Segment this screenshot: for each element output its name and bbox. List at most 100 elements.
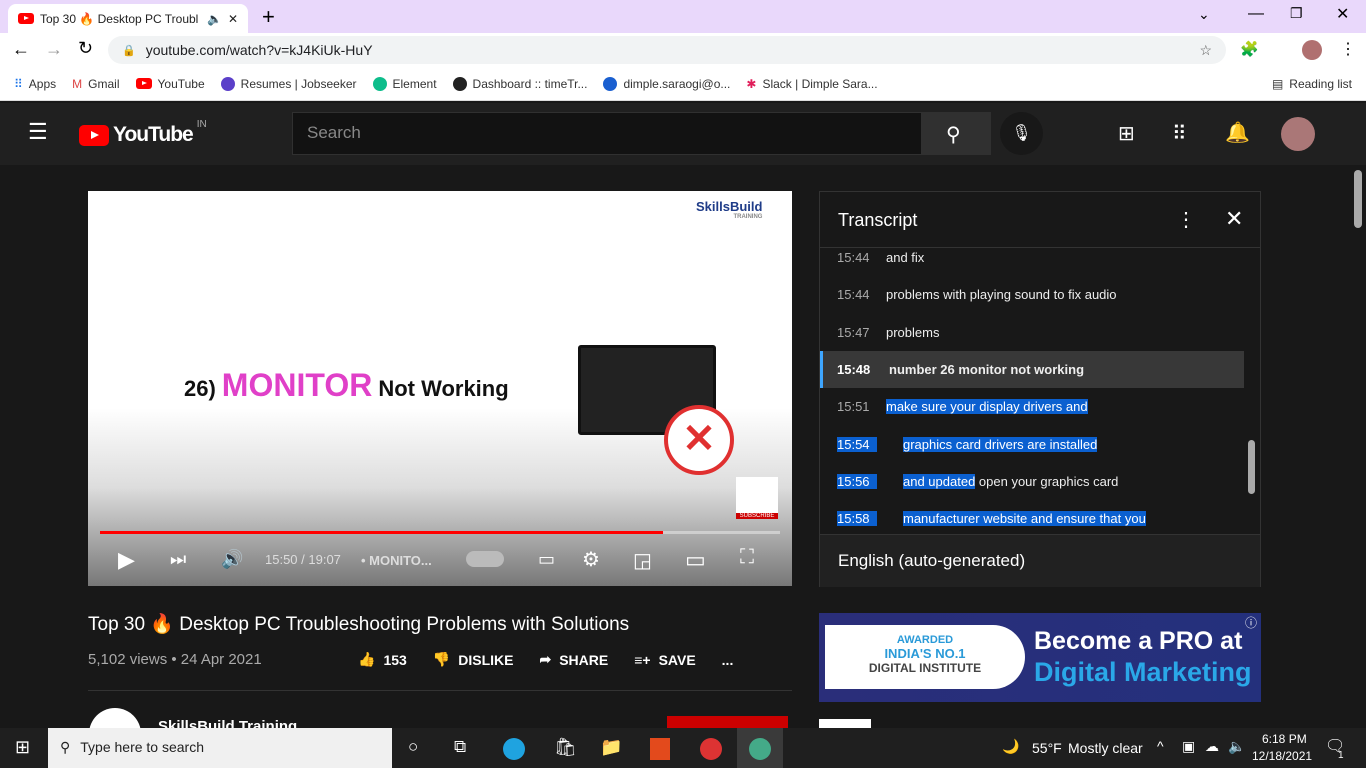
share-button[interactable]: ➦ SHARE bbox=[539, 651, 608, 668]
windows-start-icon[interactable]: ⊞ bbox=[15, 737, 30, 758]
hidden-icons-chevron-icon[interactable]: ^ bbox=[1157, 738, 1164, 754]
more-options-icon[interactable]: ⋮ bbox=[1176, 207, 1196, 232]
next-icon[interactable]: ⏭ bbox=[170, 549, 186, 570]
progress-bar[interactable] bbox=[100, 531, 780, 534]
element-icon bbox=[372, 76, 387, 91]
user-avatar[interactable] bbox=[1281, 117, 1315, 151]
slack-icon: ✱ bbox=[746, 76, 757, 91]
more-actions-button[interactable]: ... bbox=[722, 651, 734, 668]
restore-button[interactable]: ❐ bbox=[1290, 5, 1303, 22]
search-input[interactable]: Search bbox=[292, 112, 922, 155]
transcript-row[interactable]: 15:47 problems bbox=[820, 314, 1244, 351]
clock-time[interactable]: 6:18 PM bbox=[1262, 732, 1307, 746]
address-bar[interactable]: 🔒 youtube.com/watch?v=kJ4KiUk-HuY ☆ bbox=[108, 36, 1226, 64]
subtitles-icon[interactable]: ▭ bbox=[538, 549, 555, 570]
youtube-logo[interactable]: YouTube IN bbox=[79, 119, 207, 147]
transcript-row[interactable]: 15:44 problems with playing sound to fix … bbox=[820, 276, 1244, 313]
theater-mode-icon[interactable]: ▭ bbox=[685, 547, 706, 573]
timestamp: 15:56 bbox=[837, 473, 877, 489]
next-video-thumbnail[interactable] bbox=[819, 719, 871, 728]
settings-gear-icon[interactable]: ⚙ bbox=[582, 547, 600, 572]
bookmark-element[interactable]: Element bbox=[372, 76, 437, 91]
bookmark-email[interactable]: dimple.saraogi@o... bbox=[603, 76, 730, 91]
office-icon[interactable] bbox=[650, 738, 670, 760]
notifications-bell-icon[interactable]: 🔔 bbox=[1225, 120, 1250, 145]
bookmark-slack[interactable]: ✱ Slack | Dimple Sara... bbox=[746, 77, 877, 91]
timestamp: 15:54 bbox=[837, 436, 877, 452]
weather-moon-icon: 🌙 bbox=[1002, 738, 1020, 754]
close-icon[interactable]: ✕ bbox=[1225, 206, 1243, 232]
transcript-row[interactable]: 15:51 make sure your display drivers and bbox=[820, 388, 1244, 425]
meet-icon[interactable]: ▣ bbox=[1182, 738, 1195, 755]
autoplay-toggle[interactable] bbox=[466, 551, 504, 567]
transcript-row[interactable]: 15:44 and fix bbox=[820, 239, 1244, 276]
clock-date[interactable]: 12/18/2021 bbox=[1252, 749, 1312, 763]
back-icon[interactable]: ← bbox=[12, 39, 30, 60]
dislike-button[interactable]: 👎 DISLIKE bbox=[433, 651, 514, 668]
weather-description[interactable]: Mostly clear bbox=[1068, 740, 1143, 756]
save-button[interactable]: ≡+ SAVE bbox=[634, 651, 695, 668]
bookmark-apps[interactable]: ⠿ Apps bbox=[14, 77, 56, 91]
timestamp: 15:44 bbox=[837, 250, 870, 265]
resumes-icon bbox=[220, 76, 235, 91]
chapter-title[interactable]: • MONITO... bbox=[361, 553, 432, 568]
like-button[interactable]: 👍 153 bbox=[358, 651, 407, 668]
timestamp: 15:47 bbox=[837, 324, 870, 340]
cortana-icon[interactable]: ○ bbox=[408, 737, 418, 757]
advertisement-banner[interactable]: AWARDED INDIA'S NO.1 DIGITAL INSTITUTE B… bbox=[819, 613, 1261, 702]
subscribe-badge[interactable]: SUBSCRIBE bbox=[736, 477, 778, 519]
video-player[interactable]: SkillsBuild TRAINING 26) MONITOR Not Workin… bbox=[88, 191, 792, 586]
task-view-icon[interactable]: ⧉ bbox=[454, 737, 466, 757]
transcript-row[interactable]: 15:48 number 26 monitor not working bbox=[820, 350, 1244, 388]
hamburger-menu-icon[interactable]: ☰ bbox=[28, 119, 48, 145]
extensions-icon[interactable]: 🧩 bbox=[1240, 40, 1259, 58]
file-explorer-icon[interactable]: 📁 bbox=[600, 737, 622, 758]
new-tab-button[interactable]: + bbox=[262, 4, 275, 30]
bookmark-resumes[interactable]: Resumes | Jobseeker bbox=[220, 76, 357, 91]
reading-list[interactable]: ▤ Reading list bbox=[1272, 77, 1352, 91]
page-scrollbar[interactable] bbox=[1354, 170, 1362, 228]
bookmark-dashboard[interactable]: Dashboard :: timeTr... bbox=[452, 76, 587, 91]
language-selector[interactable]: English (auto-generated) bbox=[838, 551, 1025, 571]
transcript-row[interactable]: 15:58 manufacturer website and ensure tha… bbox=[820, 500, 1244, 537]
speaker-icon[interactable]: 🔈 bbox=[1228, 738, 1245, 755]
chrome-icon[interactable] bbox=[700, 738, 722, 760]
weather-temp[interactable]: 55°F bbox=[1032, 740, 1062, 756]
bookmark-star-icon[interactable]: ☆ bbox=[1199, 42, 1212, 59]
store-icon[interactable]: 🛍 bbox=[554, 737, 577, 758]
reload-icon[interactable]: ↻ bbox=[78, 38, 93, 59]
search-button[interactable]: ⚲ bbox=[921, 112, 991, 155]
caption-text: make sure your display drivers and bbox=[886, 399, 1088, 415]
apps-grid-icon[interactable]: ⠿ bbox=[1172, 121, 1187, 146]
time-display: 15:50 / 19:07 bbox=[265, 552, 341, 567]
bookmark-gmail[interactable]: M Gmail bbox=[72, 77, 119, 91]
miniplayer-icon[interactable]: ◲ bbox=[633, 548, 652, 573]
close-window-button[interactable]: ✕ bbox=[1336, 4, 1349, 24]
create-video-icon[interactable]: ⊞ bbox=[1118, 121, 1135, 146]
chrome-active-icon[interactable] bbox=[737, 728, 783, 768]
transcript-row[interactable]: 15:54 graphics card drivers are installed bbox=[820, 426, 1244, 463]
menu-icon[interactable]: ⋮ bbox=[1340, 39, 1356, 59]
ad-info-icon[interactable]: ⓘ bbox=[1245, 614, 1257, 631]
browser-tab[interactable]: Top 30 🔥 Desktop PC Troubl 🔈 ✕ bbox=[8, 4, 248, 33]
profile-avatar[interactable] bbox=[1302, 40, 1322, 65]
youtube-logo-icon bbox=[79, 124, 109, 146]
tab-strip: Top 30 🔥 Desktop PC Troubl 🔈 ✕ + ⌄ — ❐ ✕ bbox=[0, 0, 1366, 33]
taskbar-search[interactable]: ⚲ Type here to search bbox=[48, 728, 392, 768]
lock-icon: 🔒 bbox=[122, 44, 136, 57]
onedrive-cloud-icon[interactable]: ☁ bbox=[1205, 738, 1219, 755]
bookmark-youtube[interactable]: YouTube bbox=[135, 77, 205, 91]
fullscreen-icon[interactable]: ⛶ bbox=[740, 546, 754, 569]
playlist-add-icon: ≡+ bbox=[634, 651, 651, 668]
close-tab-icon[interactable]: ✕ bbox=[228, 12, 238, 26]
volume-icon[interactable]: 🔊 bbox=[221, 549, 243, 570]
tab-search-icon[interactable]: ⌄ bbox=[1198, 6, 1210, 23]
minimize-button[interactable]: — bbox=[1248, 5, 1264, 23]
audio-icon[interactable]: 🔈 bbox=[207, 12, 222, 26]
edge-icon[interactable] bbox=[503, 738, 525, 760]
play-icon[interactable]: ▶ bbox=[118, 547, 135, 573]
voice-search-button[interactable]: 🎙 bbox=[1000, 112, 1043, 155]
transcript-row[interactable]: 15:56 and updated open your graphics card bbox=[820, 463, 1244, 500]
forward-icon[interactable]: → bbox=[45, 39, 63, 60]
scrollbar-thumb[interactable] bbox=[1248, 440, 1255, 494]
